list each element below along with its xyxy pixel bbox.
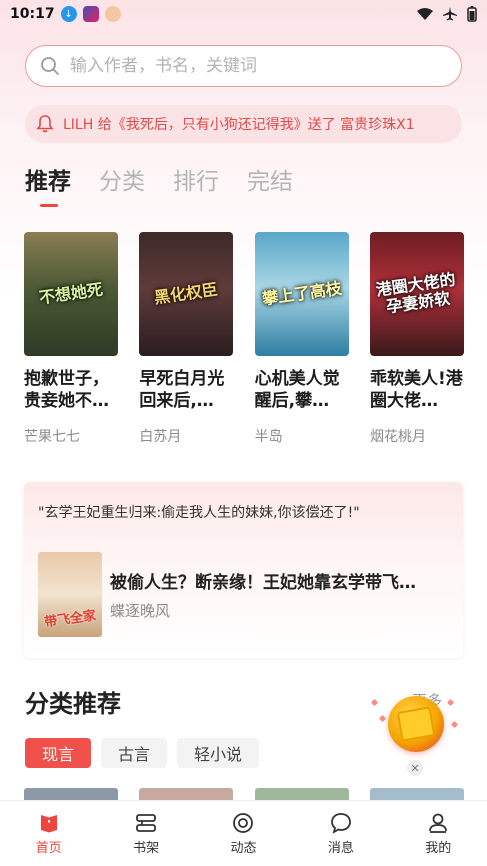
book-cover[interactable] [24,788,118,800]
sparkle-icon [446,698,455,707]
avatar-notification-icon [104,6,121,22]
nav-profile[interactable]: 我的 [408,811,468,856]
category-chips: 现言 古言 轻小说 [25,738,260,768]
nav-home[interactable]: 首页 [19,811,79,856]
message-bubble-icon [330,813,351,834]
nav-activity[interactable]: 动态 [213,811,273,856]
profile-icon [429,813,448,833]
book-title: 抱歉世子，贵妾她不… [24,369,109,411]
book-cover-title: 攀上了高枝 [260,278,343,309]
book-cover: 黑化权臣 [139,232,234,356]
book-cover: 攀上了高枝 [254,232,349,356]
book-author: 烟花桃月 [369,429,426,445]
chip-ancient-romance[interactable]: 古言 [101,738,168,768]
nav-label: 书架 [133,841,160,856]
sparkle-icon [378,714,387,723]
bell-icon [36,115,54,133]
search-input[interactable] [70,56,430,76]
chip-modern-romance[interactable]: 现言 [25,738,92,768]
book-card[interactable]: 不想她死 抱歉世子，贵妾她不… 芒果七七 [24,232,118,446]
activity-circle-icon [233,813,254,833]
featured-book-card[interactable]: "玄学王妃重生归来:偷走我人生的妹妹,你该偿还了!" 带飞全家 被偷人生？断亲缘… [24,482,463,658]
download-notification-icon: ↓ [60,6,77,22]
nav-label: 消息 [327,841,354,856]
nav-bookshelf[interactable]: 书架 [116,811,176,856]
nav-messages[interactable]: 消息 [311,811,371,856]
featured-cover-title: 带飞全家 [43,608,98,631]
nav-label: 动态 [230,841,257,856]
nav-label: 首页 [35,841,62,856]
book-author: 白苏月 [139,429,182,445]
notice-text: LILH 给《我死后，只有小狗还记得我》送了 富贵珍珠X1 [63,117,415,133]
book-cover-title: 黑化权臣 [153,279,220,308]
close-icon[interactable]: ✕ [407,760,423,776]
battery-icon [467,6,477,22]
airplane-mode-icon [443,7,457,21]
section-title: 分类推荐 [25,690,121,718]
gift-notice-banner[interactable]: LILH 给《我死后，只有小狗还记得我》送了 富贵珍珠X1 [25,105,462,143]
book-card[interactable]: 港圈大佬的孕妻娇软 乖软美人!港圈大佬… 烟花桃月 [369,232,464,446]
recommended-books: 不想她死 抱歉世子，贵妾她不… 芒果七七 黑化权臣 早死白月光回来后,… 白苏月… [24,232,464,446]
book-title: 早死白月光回来后,… [139,369,225,411]
tab-completed[interactable]: 完结 [247,162,293,196]
nav-label: 我的 [425,841,452,856]
book-card[interactable]: 黑化权臣 早死白月光回来后,… 白苏月 [139,232,234,446]
search-icon [41,57,59,75]
app-notification-icon [82,6,99,22]
tab-category[interactable]: 分类 [99,162,145,196]
book-cover[interactable] [139,788,234,800]
tab-ranking[interactable]: 排行 [173,162,219,196]
book-cover-title: 港圈大佬的孕妻娇软 [374,269,457,317]
book-card[interactable]: 攀上了高枝 心机美人觉醒后,攀… 半岛 [254,232,349,446]
book-author: 芒果七七 [24,429,80,445]
category-book-covers [24,788,464,800]
chip-light-novel[interactable]: 轻小说 [177,738,260,768]
featured-quote: "玄学王妃重生归来:偷走我人生的妹妹,你该偿还了!" [38,505,360,521]
book-title: 乖软美人!港圈大佬… [369,369,463,411]
gift-icon [396,706,436,742]
wifi-icon [417,8,433,20]
bottom-navigation: 首页 书架 动态 消息 我的 [0,800,487,866]
book-cover-title: 不想她死 [37,279,104,308]
book-cover[interactable] [254,788,349,800]
book-author: 半岛 [254,429,283,445]
book-cover[interactable] [369,788,464,800]
gift-box-floating-button[interactable] [388,696,444,752]
sparkle-icon [370,698,379,707]
bookshelf-icon [136,814,156,832]
tab-bar: 推荐 分类 排行 完结 [25,162,293,207]
book-title: 心机美人觉醒后,攀… [254,369,340,411]
status-bar: 10:17 ↓ [0,0,487,28]
book-cover: 不想她死 [24,232,118,356]
sparkle-icon [450,720,459,729]
featured-book-author: 蝶逐晚风 [110,602,171,620]
home-book-icon [40,815,57,833]
book-cover: 港圈大佬的孕妻娇软 [369,232,464,356]
status-time: 10:17 [10,6,55,22]
search-bar[interactable] [25,45,462,87]
tab-recommend[interactable]: 推荐 [25,162,71,207]
featured-book-title: 被偷人生？断亲缘！王妃她靠玄学带飞… [110,573,416,593]
featured-book-cover: 带飞全家 [38,552,102,637]
